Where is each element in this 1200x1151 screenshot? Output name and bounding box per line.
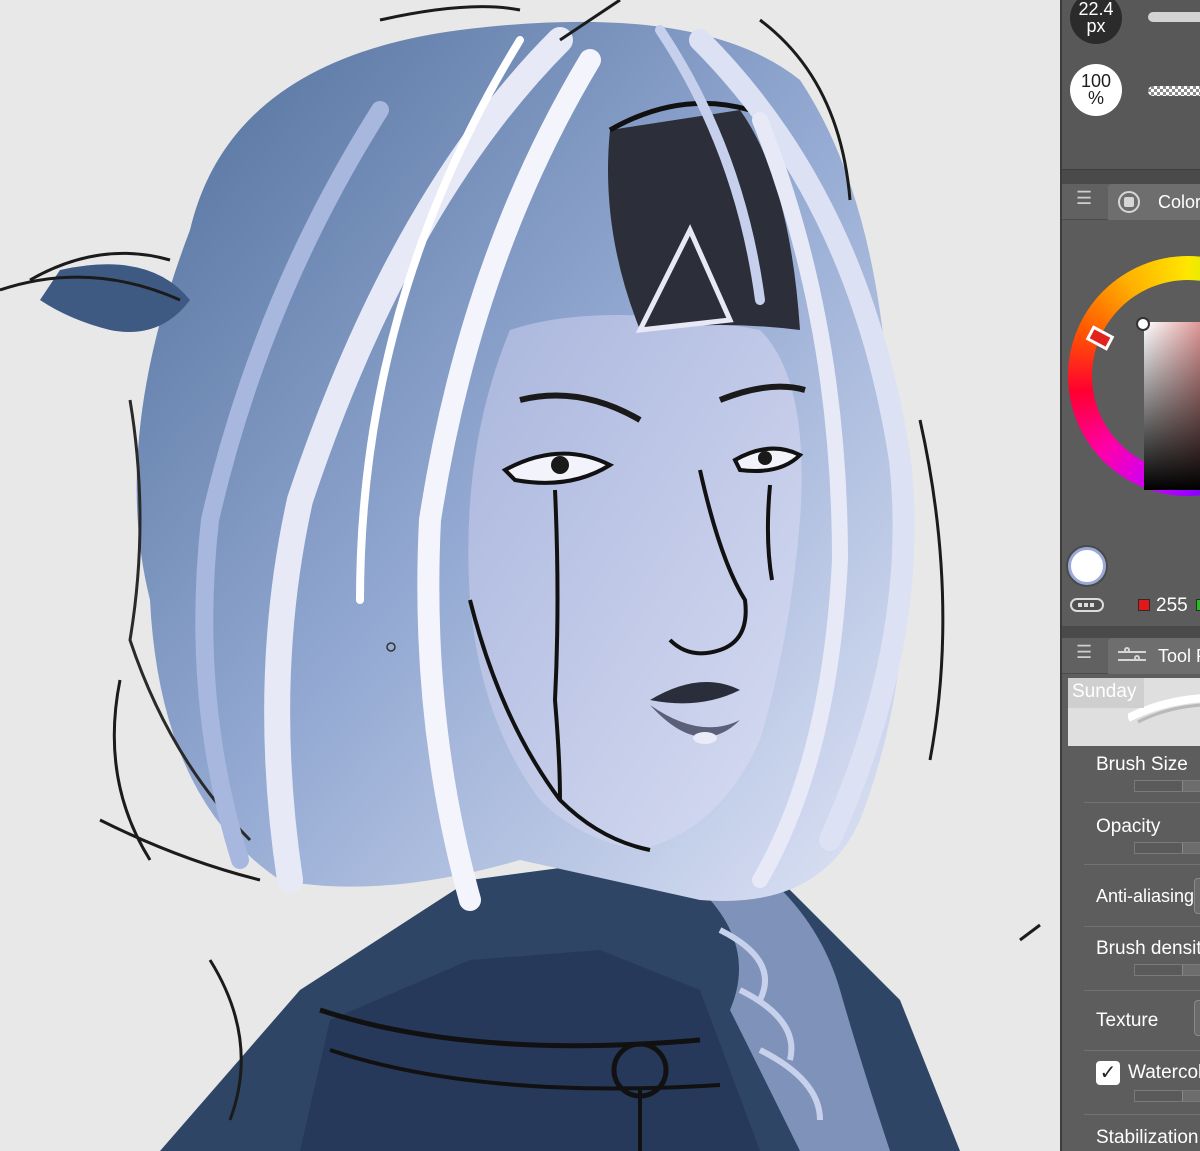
brush-size-unit: px bbox=[1086, 16, 1106, 36]
texture-selector[interactable] bbox=[1194, 1000, 1200, 1036]
texture-label: Texture bbox=[1096, 1010, 1159, 1031]
panel-divider bbox=[1062, 170, 1200, 184]
property-divider bbox=[1084, 990, 1200, 991]
side-panel: 22.4 px 100 % ☰ Color 255 ☰ Tool Sunday … bbox=[1060, 0, 1200, 1151]
saturation-value-handle[interactable] bbox=[1136, 317, 1150, 331]
drawing-canvas[interactable] bbox=[0, 0, 1060, 1151]
transparent-color-toggle[interactable] bbox=[1070, 598, 1104, 612]
brush-density-label: Brush density bbox=[1096, 938, 1200, 959]
tab-tool-property[interactable]: Tool Property bbox=[1108, 638, 1200, 674]
brush-opacity-unit: % bbox=[1087, 88, 1104, 108]
brush-density-slider[interactable] bbox=[1134, 964, 1200, 976]
brush-controls-section: 22.4 px 100 % bbox=[1062, 0, 1200, 170]
opacity-label: Opacity bbox=[1096, 816, 1161, 837]
main-color-swatch[interactable] bbox=[1068, 547, 1106, 585]
red-channel-swatch bbox=[1138, 599, 1150, 611]
property-divider bbox=[1084, 1050, 1200, 1051]
panel-menu-icon[interactable]: ☰ bbox=[1076, 642, 1092, 663]
property-divider bbox=[1084, 864, 1200, 865]
brush-opacity-indicator[interactable]: 100 % bbox=[1070, 64, 1122, 116]
brush-size-property-slider[interactable] bbox=[1134, 780, 1200, 792]
tool-property-header: ☰ Tool Property bbox=[1062, 638, 1200, 674]
anti-aliasing-selector[interactable] bbox=[1194, 878, 1200, 914]
color-panel: ☰ Color 255 bbox=[1062, 184, 1200, 626]
watercolor-checkbox[interactable]: ✓ bbox=[1096, 1061, 1120, 1085]
tool-property-panel: ☰ Tool Property Sunday Brush Size Opacit… bbox=[1062, 638, 1200, 1151]
brush-name: Sunday bbox=[1068, 678, 1145, 708]
anti-aliasing-label: Anti-aliasing bbox=[1096, 886, 1195, 906]
tab-color[interactable]: Color bbox=[1108, 184, 1200, 220]
watercolor-label: Watercolor bbox=[1128, 1062, 1200, 1083]
panel-menu-icon[interactable]: ☰ bbox=[1076, 188, 1092, 209]
green-channel-swatch bbox=[1196, 599, 1200, 611]
stabilization-label: Stabilization bbox=[1096, 1127, 1199, 1148]
red-channel-value[interactable]: 255 bbox=[1156, 595, 1188, 617]
brush-size-indicator[interactable]: 22.4 px bbox=[1070, 0, 1122, 44]
tab-color-label: Color bbox=[1158, 192, 1200, 212]
saturation-value-square[interactable] bbox=[1144, 322, 1200, 490]
artwork-illustration bbox=[0, 0, 1041, 1151]
watercolor-slider[interactable] bbox=[1134, 1090, 1200, 1102]
property-divider bbox=[1084, 802, 1200, 803]
brush-size-label: Brush Size bbox=[1096, 754, 1188, 775]
tab-tool-property-label: Tool Property bbox=[1158, 646, 1200, 666]
sliders-icon bbox=[1118, 646, 1146, 666]
property-divider bbox=[1084, 1114, 1200, 1115]
brush-preview[interactable]: Sunday bbox=[1068, 678, 1200, 746]
opacity-property-slider[interactable] bbox=[1134, 842, 1200, 854]
color-wheel-icon bbox=[1118, 191, 1140, 213]
brush-opacity-slider[interactable] bbox=[1148, 86, 1200, 96]
brush-size-slider[interactable] bbox=[1148, 12, 1200, 22]
property-divider bbox=[1084, 926, 1200, 927]
panel-divider bbox=[1062, 626, 1200, 638]
color-panel-header: ☰ Color bbox=[1062, 184, 1200, 220]
